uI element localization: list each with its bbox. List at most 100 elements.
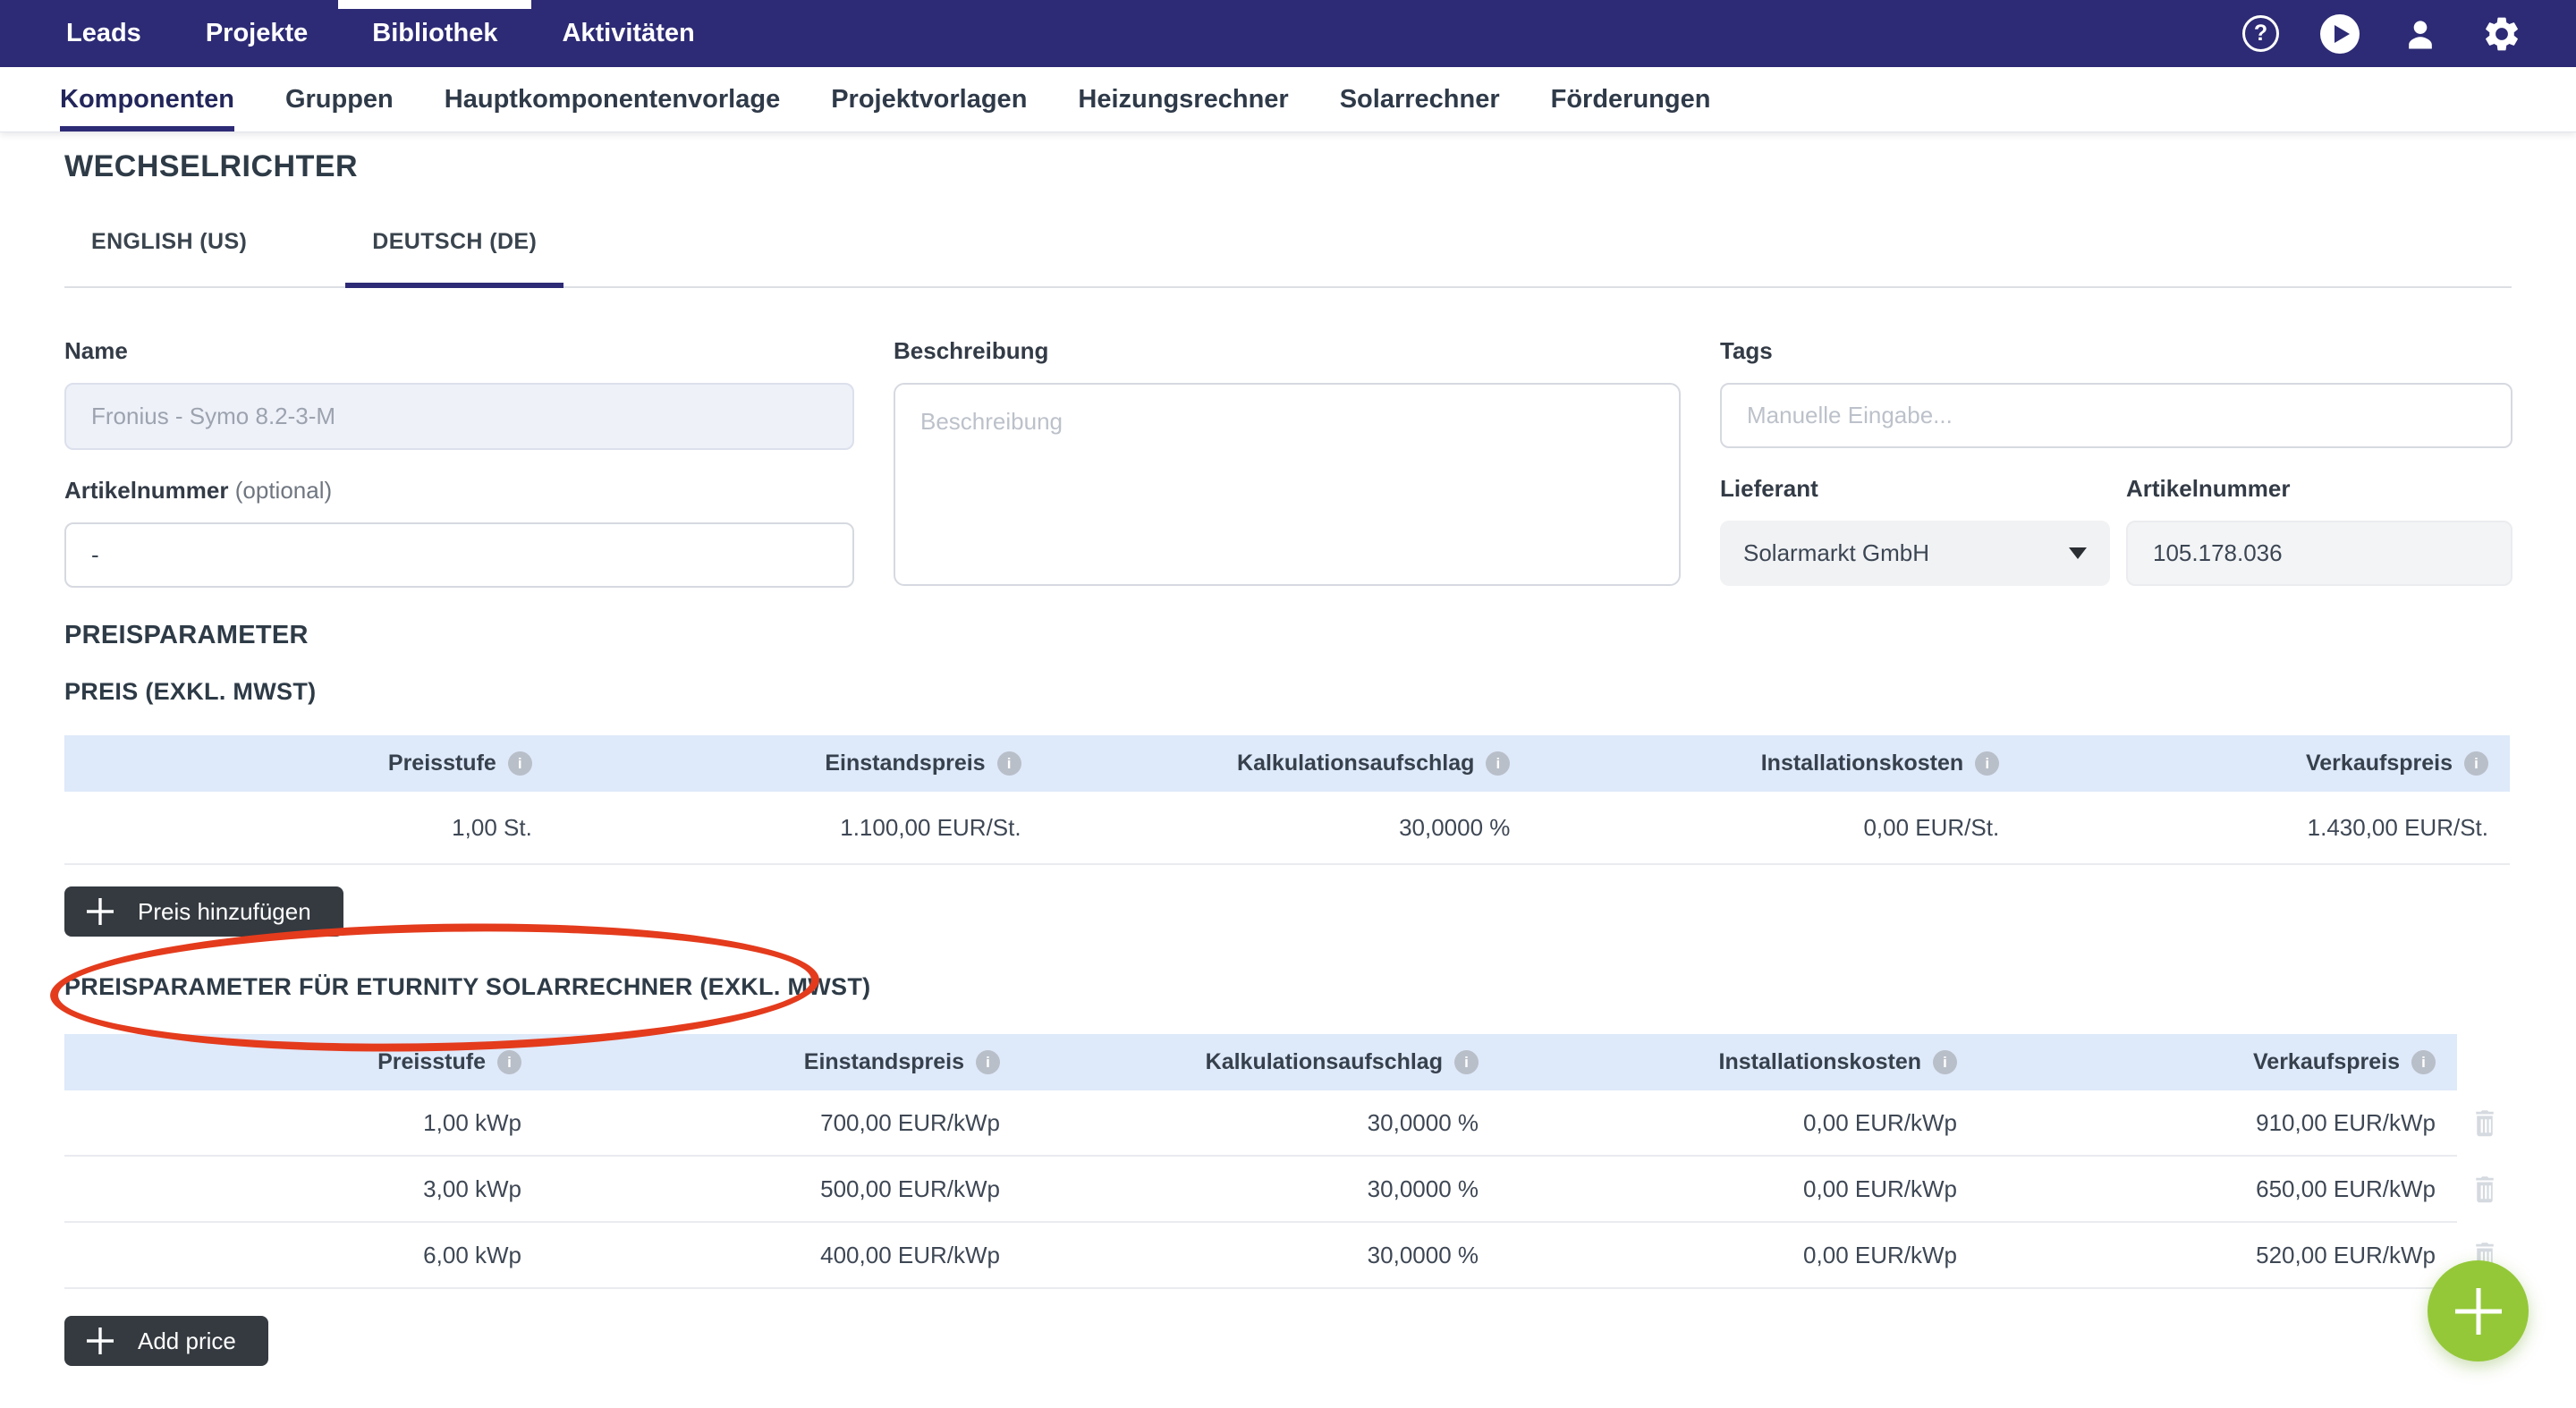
tab-solarrechner[interactable]: Solarrechner [1340, 67, 1500, 131]
price-table-header: Preisstufei Einstandspreisi Kalkulations… [64, 735, 2510, 792]
tab-hauptkomponentenvorlage[interactable]: Hauptkomponentenvorlage [445, 67, 780, 131]
chevron-down-icon [2069, 547, 2087, 559]
delete-row-icon[interactable] [2471, 1174, 2498, 1204]
preis-exkl-mwst-heading: PREIS (EXKL. MWST) [64, 680, 2576, 704]
info-icon[interactable]: i [1933, 1050, 1957, 1074]
info-icon[interactable]: i [2464, 751, 2488, 776]
col-einstandspreis: Einstandspreisi [554, 751, 1043, 776]
fab-add-button[interactable] [2428, 1260, 2529, 1361]
component-detail-page: WECHSELRICHTER ENGLISH (US) DEUTSCH (DE)… [0, 150, 2576, 1366]
component-form: Name Artikelnummer (optional) Beschreibu… [64, 338, 2512, 590]
cell-preisstufe: 1,00 kWp [64, 1109, 543, 1137]
info-icon[interactable]: i [2411, 1050, 2436, 1074]
cell-preisstufe: 1,00 St. [64, 814, 554, 842]
solar-price-row[interactable]: 1,00 kWp 700,00 EUR/kWp 30,0000 % 0,00 E… [64, 1090, 2457, 1157]
tab-deutsch-de[interactable]: DEUTSCH (DE) [345, 215, 564, 286]
col-kalkulationsaufschlag: Kalkulationsaufschlagi [1021, 1049, 1500, 1075]
topnav-item-leads[interactable]: Leads [66, 0, 141, 67]
topnav-item-projekte[interactable]: Projekte [206, 0, 308, 67]
tags-field[interactable] [1720, 383, 2512, 448]
top-nav-items: Leads Projekte Bibliothek Aktivitäten [66, 0, 695, 67]
plus-icon [84, 1325, 116, 1357]
solar-price-row[interactable]: 6,00 kWp 400,00 EUR/kWp 30,0000 % 0,00 E… [64, 1223, 2457, 1289]
form-col-right: Tags Lieferant Solarmarkt GmbH Artikelnu… [1720, 338, 2512, 590]
cell-installationskosten: 0,00 EUR/kWp [1500, 1242, 1979, 1269]
help-icon[interactable]: ? [2242, 15, 2279, 52]
info-icon[interactable]: i [1975, 751, 1999, 776]
language-tabs: ENGLISH (US) DEUTSCH (DE) [64, 215, 2512, 288]
price-table: Preisstufei Einstandspreisi Kalkulations… [64, 735, 2510, 865]
cell-kalkulationsaufschlag: 30,0000 % [1043, 814, 1532, 842]
cell-kalkulationsaufschlag: 30,0000 % [1021, 1109, 1500, 1137]
cell-einstandspreis: 500,00 EUR/kWp [543, 1175, 1021, 1203]
tab-projektvorlagen[interactable]: Projektvorlagen [831, 67, 1027, 131]
cell-kalkulationsaufschlag: 30,0000 % [1021, 1175, 1500, 1203]
beschreibung-label: Beschreibung [894, 338, 1681, 363]
delete-row-icon[interactable] [2471, 1107, 2498, 1138]
cell-verkaufspreis: 520,00 EUR/kWp [1979, 1242, 2457, 1269]
solar-price-table-header: Preisstufei Einstandspreisi Kalkulations… [64, 1034, 2457, 1090]
price-row[interactable]: 1,00 St. 1.100,00 EUR/St. 30,0000 % 0,00… [64, 792, 2510, 865]
cell-preisstufe: 6,00 kWp [64, 1242, 543, 1269]
info-icon[interactable]: i [976, 1050, 1000, 1074]
top-nav: Leads Projekte Bibliothek Aktivitäten ? [0, 0, 2576, 67]
form-col-left: Name Artikelnummer (optional) [64, 338, 854, 590]
page-title: WECHSELRICHTER [64, 150, 2576, 182]
topnav-icon-group: ? [2242, 0, 2522, 67]
name-field[interactable] [64, 383, 854, 450]
lieferant-select[interactable]: Solarmarkt GmbH [1720, 521, 2110, 586]
topnav-item-bibliothek[interactable]: Bibliothek [372, 0, 497, 67]
cell-verkaufspreis: 1.430,00 EUR/St. [2021, 814, 2510, 842]
library-sub-nav: Komponenten Gruppen Hauptkomponentenvorl… [0, 67, 2576, 132]
play-triangle-icon [2334, 25, 2350, 43]
settings-gear-icon[interactable] [2481, 13, 2522, 55]
solar-price-table: Preisstufei Einstandspreisi Kalkulations… [64, 1034, 2457, 1289]
artikelnummer-optional-label: Artikelnummer (optional) [64, 478, 854, 503]
optional-suffix: (optional) [235, 477, 332, 504]
col-verkaufspreis: Verkaufspreisi [2021, 751, 2510, 776]
info-icon[interactable]: i [1454, 1050, 1479, 1074]
user-icon[interactable] [2401, 14, 2440, 54]
tab-komponenten[interactable]: Komponenten [60, 67, 234, 131]
col-preisstufe: Preisstufei [64, 1049, 543, 1075]
artikelnummer-optional-field[interactable] [64, 522, 854, 588]
col-einstandspreis: Einstandspreisi [543, 1049, 1021, 1075]
cell-verkaufspreis: 650,00 EUR/kWp [1979, 1175, 2457, 1203]
tags-label: Tags [1720, 338, 2512, 363]
name-label: Name [64, 338, 854, 363]
preisparameter-heading: PREISPARAMETER [64, 623, 2576, 649]
info-icon[interactable]: i [497, 1050, 521, 1074]
tab-foerderungen[interactable]: Förderungen [1551, 67, 1711, 131]
lieferant-selected-value: Solarmarkt GmbH [1743, 539, 1929, 567]
topnav-item-aktivitaeten[interactable]: Aktivitäten [562, 0, 694, 67]
tab-english-us[interactable]: ENGLISH (US) [64, 215, 274, 286]
play-tutorial-icon[interactable] [2320, 14, 2360, 54]
col-installationskosten: Installationskosteni [1531, 751, 2021, 776]
info-icon[interactable]: i [1486, 751, 1510, 776]
cell-installationskosten: 0,00 EUR/kWp [1500, 1175, 1979, 1203]
artikelnummer-group: Artikelnummer [2126, 476, 2512, 586]
cell-kalkulationsaufschlag: 30,0000 % [1021, 1242, 1500, 1269]
plus-icon [2451, 1284, 2506, 1339]
cell-preisstufe: 3,00 kWp [64, 1175, 543, 1203]
tab-gruppen[interactable]: Gruppen [285, 67, 394, 131]
cell-verkaufspreis: 910,00 EUR/kWp [1979, 1109, 2457, 1137]
solar-price-heading: PREISPARAMETER FÜR ETURNITY SOLARRECHNER… [64, 975, 870, 999]
col-installationskosten: Installationskosteni [1500, 1049, 1979, 1075]
solar-price-heading-wrap: PREISPARAMETER FÜR ETURNITY SOLARRECHNER… [64, 975, 870, 999]
artikelnummer-label: Artikelnummer [2126, 476, 2512, 501]
cell-einstandspreis: 1.100,00 EUR/St. [554, 814, 1043, 842]
col-kalkulationsaufschlag: Kalkulationsaufschlagi [1043, 751, 1532, 776]
add-price-button-en[interactable]: Add price [64, 1316, 268, 1366]
cell-installationskosten: 0,00 EUR/St. [1531, 814, 2021, 842]
solar-price-row[interactable]: 3,00 kWp 500,00 EUR/kWp 30,0000 % 0,00 E… [64, 1157, 2457, 1223]
add-price-button-de[interactable]: Preis hinzufügen [64, 886, 343, 937]
tab-heizungsrechner[interactable]: Heizungsrechner [1078, 67, 1288, 131]
cell-installationskosten: 0,00 EUR/kWp [1500, 1109, 1979, 1137]
plus-icon [84, 895, 116, 928]
lieferant-label: Lieferant [1720, 476, 2110, 501]
info-icon[interactable]: i [508, 751, 532, 776]
info-icon[interactable]: i [997, 751, 1021, 776]
beschreibung-field[interactable] [894, 383, 1681, 586]
artikelnummer-field[interactable] [2126, 521, 2512, 586]
